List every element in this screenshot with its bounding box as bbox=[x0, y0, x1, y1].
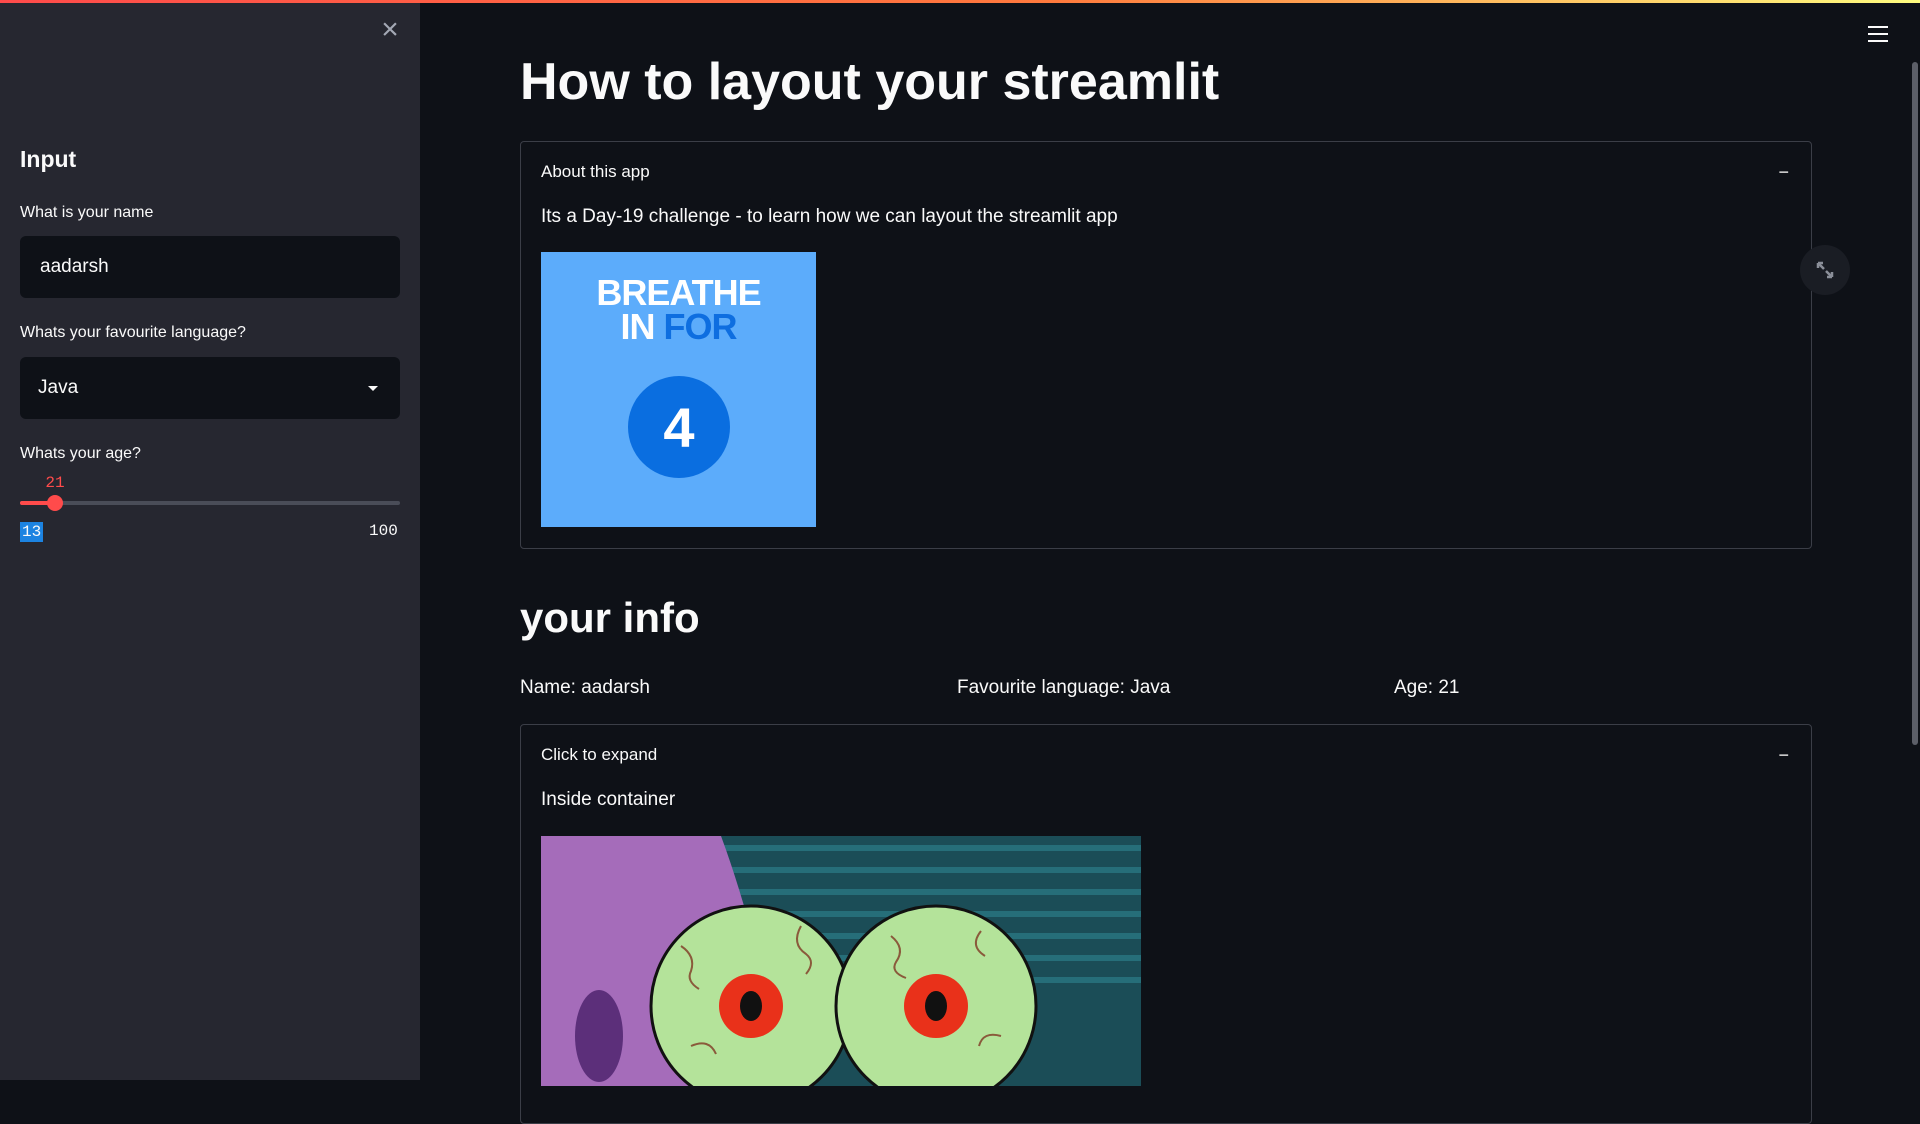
breathe-image-text: BREATHE IN FOR bbox=[541, 272, 816, 345]
name-input[interactable] bbox=[20, 236, 400, 298]
age-slider-max: 100 bbox=[369, 522, 398, 540]
breathe-image-line2-blue: FOR bbox=[663, 306, 738, 347]
language-selected-value: Java bbox=[38, 377, 79, 398]
about-text: Its a Day-19 challenge - to learn how we… bbox=[541, 206, 1118, 227]
container-text: Inside container bbox=[541, 789, 676, 810]
age-slider-thumb[interactable] bbox=[47, 495, 63, 511]
age-slider-min: 13 bbox=[20, 522, 44, 542]
age-label: Whats your age? bbox=[20, 445, 141, 462]
sidebar-title: Input bbox=[20, 146, 77, 172]
container-expander-header[interactable]: Click to expand bbox=[541, 745, 657, 765]
about-expander: About this app − Its a Day-19 challenge … bbox=[520, 141, 1812, 549]
about-expander-header[interactable]: About this app bbox=[541, 162, 650, 182]
breathe-image-line2: IN FOR bbox=[541, 309, 816, 345]
name-label: What is your name bbox=[20, 204, 154, 221]
age-slider-value: 21 bbox=[45, 474, 65, 492]
language-select[interactable]: Java bbox=[20, 357, 400, 419]
page-title: How to layout your streamlit bbox=[520, 53, 1220, 111]
info-age: Age: 21 bbox=[1394, 677, 1460, 698]
top-decoration-bar bbox=[0, 0, 1920, 3]
collapse-icon[interactable]: − bbox=[1778, 745, 1789, 766]
close-sidebar-icon[interactable]: × bbox=[378, 15, 402, 45]
collapse-icon[interactable]: − bbox=[1778, 162, 1789, 183]
breathe-image-line2-white: IN bbox=[620, 306, 664, 347]
container-expander: Click to expand − Inside container bbox=[520, 724, 1812, 1124]
your-info-title: your info bbox=[520, 594, 700, 641]
fullscreen-icon[interactable] bbox=[1800, 245, 1850, 295]
sidebar: × Input What is your name Whats your fav… bbox=[0, 0, 420, 1080]
breathe-image-line1: BREATHE bbox=[596, 272, 761, 313]
scrollbar[interactable] bbox=[1912, 62, 1918, 745]
info-name: Name: aadarsh bbox=[520, 677, 650, 698]
hamburger-menu-icon[interactable] bbox=[1868, 26, 1888, 44]
eyes-gif-image bbox=[541, 836, 1141, 1086]
chevron-down-icon bbox=[368, 385, 378, 391]
breathe-gif-image: BREATHE IN FOR 4 bbox=[541, 252, 816, 527]
language-label: Whats your favourite language? bbox=[20, 324, 246, 341]
age-slider[interactable]: 21 bbox=[20, 474, 400, 511]
info-language: Favourite language: Java bbox=[957, 677, 1171, 698]
breathe-image-number: 4 bbox=[628, 376, 730, 478]
